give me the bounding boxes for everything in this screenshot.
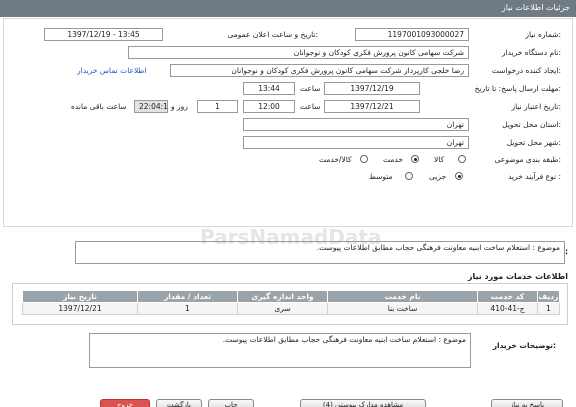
city-label: شهر محل تحویل: [506,138,561,147]
creator-field: رضا خلجی کارپرداز شرکت سهامی کانون پرورش… [170,64,469,77]
buyer-org-field: شرکت سهامی کانون پرورش فکری کودکان و نوج… [128,46,469,59]
exit-button[interactable]: خروج [100,399,150,407]
province-label: استان محل تحویل: [502,120,561,129]
need-number-field: 1197001093000027 [355,28,469,41]
col-service-code: کد خدمت [477,290,538,303]
cell-service-name: ساخت بنا [327,302,478,315]
send-time-field: 13:44 [243,82,295,95]
validity-label: تاریخ اعتبار نیاز: [511,102,561,111]
process-medium-radio[interactable] [405,172,413,180]
days-label: روز و [171,102,188,111]
category-service-label: خدمت [383,155,403,164]
announce-field: 1397/12/19 - 13:45 [44,28,163,41]
services-table: ردیف کد خدمت نام خدمت واحد اندازه گیری ت… [22,290,560,315]
city-field: تهران [243,136,469,149]
cell-service-code: ج-41-410 [477,302,538,315]
process-partial-radio[interactable] [455,172,463,180]
remaining-time-field: 22:04:12 [134,100,168,113]
category-goods-label: کالا [434,155,445,164]
validity-time-field: 12:00 [243,100,295,113]
buyer-contact-link[interactable]: اطلاعات تماس خریدار [77,66,147,75]
col-service-name: نام خدمت [327,290,478,303]
table-row: 1 ج-41-410 ساخت بنا سری 1 1397/12/21 [22,302,560,315]
cell-need-date: 1397/12/21 [22,302,138,315]
days-field: 1 [197,100,238,113]
title-bar: جزئیات اطلاعات نیاز [0,0,576,17]
category-goods-service-radio[interactable] [360,155,368,163]
buyer-org-label: نام دستگاه خریدار: [501,48,561,57]
page-title: جزئیات اطلاعات نیاز [501,3,570,12]
col-quantity: تعداد / مقدار [137,290,238,303]
category-label: طبقه بندی موضوعی: [494,155,561,164]
buyer-notes-field: موضوع : استعلام ساخت ابنیه معاونت فرهنگی… [89,333,471,368]
print-button[interactable]: چاپ [208,399,254,407]
category-goods-service-label: کالا/خدمت [319,155,352,164]
col-unit: واحد اندازه گیری [237,290,328,303]
creator-label: ایجاد کننده درخواست: [491,66,561,75]
reply-button[interactable]: پاسخ به نیاز [491,399,563,407]
cell-unit: سری [237,302,328,315]
process-label: نوع فرآیند خرید : [507,172,561,181]
back-button[interactable]: بازگشت [156,399,202,407]
col-row: ردیف [537,290,560,303]
category-goods-radio[interactable] [458,155,466,163]
send-date-field: 1397/12/19 [324,82,420,95]
province-field: تهران [243,118,469,131]
category-service-radio[interactable] [411,155,419,163]
validity-date-field: 1397/12/21 [324,100,420,113]
remaining-label: ساعت باقی مانده [71,102,127,111]
send-time-label: ساعت [300,84,321,93]
cell-row: 1 [537,302,560,315]
need-number-label: شماره نیاز: [525,30,561,39]
services-section-title: اطلاعات خدمات مورد نیاز [467,272,568,281]
view-docs-button[interactable]: مشاهده مدارک پیوستی (4) [300,399,426,407]
services-table-header: ردیف کد خدمت نام خدمت واحد اندازه گیری ت… [22,290,560,303]
buyer-notes-label: توضیحات خریدار: [492,341,556,350]
validity-time-label: ساعت [300,102,321,111]
cell-quantity: 1 [137,302,238,315]
send-deadline-label: مهلت ارسال پاسخ: تا تاریخ: [474,84,561,93]
announce-label: تاریخ و ساعت اعلان عمومی: [227,30,318,39]
process-medium-label: متوسط [369,172,393,181]
watermark: ParsNamadData [200,225,382,249]
col-need-date: تاریخ نیاز [22,290,138,303]
process-partial-label: جزیی [429,172,447,181]
